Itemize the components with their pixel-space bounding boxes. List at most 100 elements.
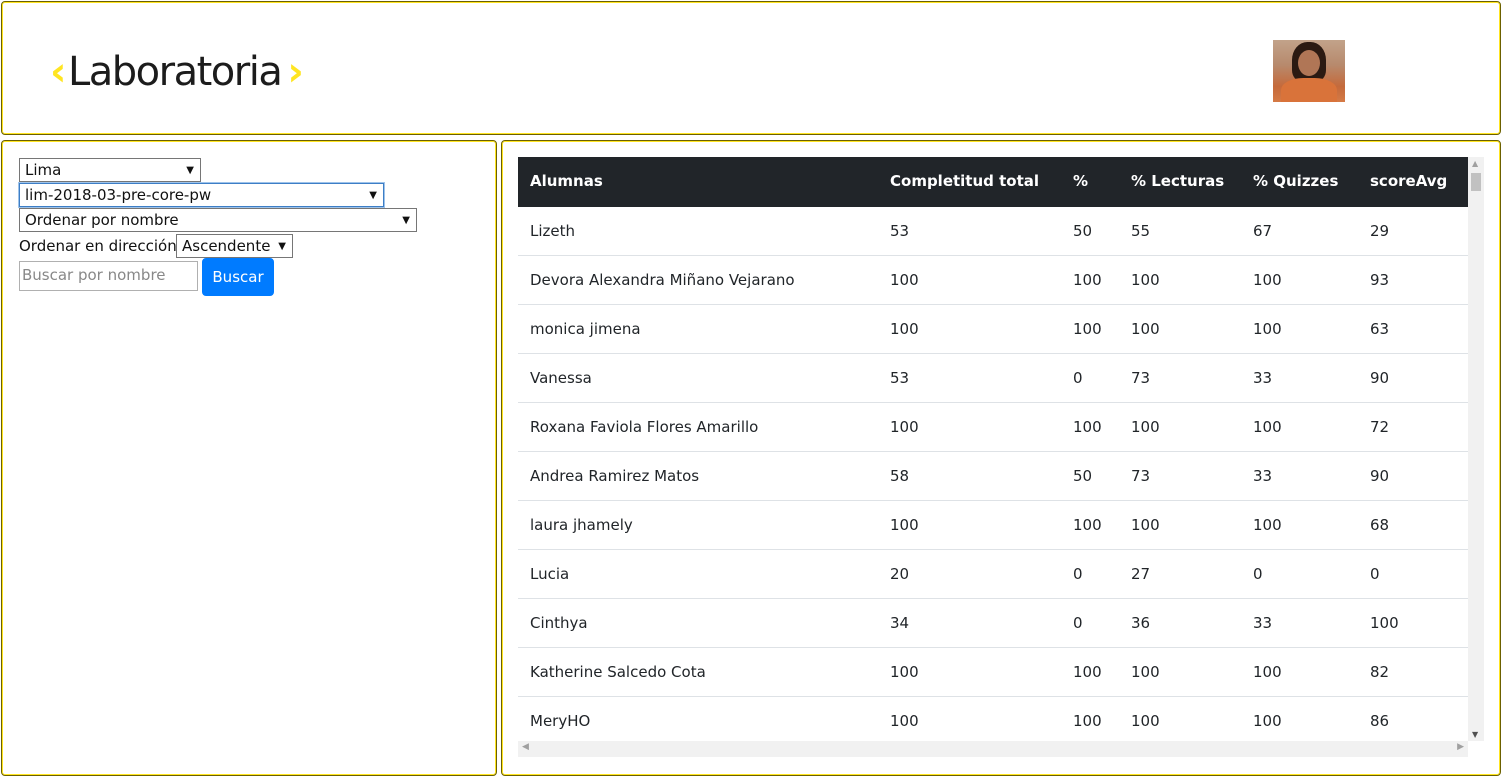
table-row: Devora Alexandra Miñano Vejarano 100 100 10… [518, 256, 1468, 305]
cell-completitud: 100 [890, 712, 919, 730]
cell-completitud: 100 [890, 516, 919, 534]
scroll-left-icon[interactable]: ◀ [522, 742, 529, 752]
header-lecturas[interactable]: % Lecturas [1131, 157, 1224, 206]
horizontal-scrollbar[interactable]: ◀ ▶ [518, 741, 1468, 757]
cell-score: 29 [1370, 222, 1390, 240]
cell-quizzes: 67 [1253, 222, 1273, 240]
cell-quizzes: 33 [1253, 614, 1273, 632]
cell-lecturas: 55 [1131, 222, 1151, 240]
cell-percent: 50 [1073, 467, 1093, 485]
dropdown-arrow-icon: ▼ [369, 190, 377, 201]
cell-percent: 0 [1073, 369, 1083, 387]
cell-name: Andrea Ramirez Matos [530, 467, 700, 485]
header-percent[interactable]: % [1073, 157, 1088, 206]
vertical-scrollbar[interactable]: ▲ ▼ [1468, 157, 1484, 741]
dropdown-arrow-icon: ▼ [278, 241, 286, 252]
search-input[interactable]: Buscar por nombre [19, 261, 198, 291]
scroll-up-icon[interactable]: ▲ [1472, 159, 1478, 168]
table-row: Vanessa 53 0 73 33 90 [518, 354, 1468, 403]
laboratoria-logo[interactable]: ‹ Laboratoria › [50, 46, 304, 98]
cell-quizzes: 100 [1253, 271, 1282, 289]
cell-lecturas: 100 [1131, 712, 1160, 730]
user-avatar[interactable] [1273, 40, 1345, 102]
cell-score: 72 [1370, 418, 1390, 436]
header-alumnas[interactable]: Alumnas [530, 157, 603, 206]
cell-name: monica jimena [530, 320, 641, 338]
cell-quizzes: 100 [1253, 516, 1282, 534]
cell-percent: 100 [1073, 663, 1102, 681]
cohort-select-value: lim-2018-03-pre-core-pw [25, 186, 212, 204]
cell-completitud: 20 [890, 565, 910, 583]
logo-left-chevron-icon: ‹ [50, 49, 66, 95]
cell-completitud: 100 [890, 320, 919, 338]
cell-quizzes: 100 [1253, 320, 1282, 338]
table-row: laura jhamely 100 100 100 100 68 [518, 501, 1468, 550]
students-table: Alumnas Completitud total % % Lecturas %… [518, 157, 1484, 757]
cell-name: Lizeth [530, 222, 576, 240]
cell-score: 86 [1370, 712, 1390, 730]
cell-name: Katherine Salcedo Cota [530, 663, 706, 681]
search-button[interactable]: Buscar [202, 258, 274, 296]
app-header: ‹ Laboratoria › [1, 1, 1501, 135]
cell-lecturas: 73 [1131, 369, 1151, 387]
cell-score: 63 [1370, 320, 1390, 338]
table-row: monica jimena 100 100 100 100 63 [518, 305, 1468, 354]
cell-name: Devora Alexandra Miñano Vejarano [530, 271, 795, 289]
table-body: Lizeth 53 50 55 67 29 Devora Alexandra Miñano… [518, 207, 1468, 746]
header-completitud-total[interactable]: Completitud total [890, 157, 1039, 206]
table-row: Andrea Ramirez Matos 58 50 73 33 90 [518, 452, 1468, 501]
cell-completitud: 53 [890, 369, 910, 387]
cell-lecturas: 27 [1131, 565, 1151, 583]
cell-completitud: 100 [890, 418, 919, 436]
cell-lecturas: 100 [1131, 418, 1160, 436]
cell-completitud: 100 [890, 663, 919, 681]
cell-lecturas: 73 [1131, 467, 1151, 485]
table-row: Lucia 20 0 27 0 0 [518, 550, 1468, 599]
cell-percent: 100 [1073, 271, 1102, 289]
cell-completitud: 58 [890, 467, 910, 485]
cell-percent: 100 [1073, 418, 1102, 436]
cell-name: Vanessa [530, 369, 592, 387]
cell-completitud: 34 [890, 614, 910, 632]
cell-quizzes: 100 [1253, 418, 1282, 436]
direction-label: Ordenar en dirección: [19, 237, 182, 255]
dropdown-arrow-icon: ▼ [186, 165, 194, 176]
logo-text: Laboratoria [67, 49, 283, 95]
cell-name: Cinthya [530, 614, 588, 632]
scroll-right-icon[interactable]: ▶ [1457, 742, 1464, 752]
scroll-thumb[interactable] [1471, 173, 1481, 191]
cell-lecturas: 100 [1131, 516, 1160, 534]
order-by-select[interactable]: Ordenar por nombre ▼ [19, 208, 417, 232]
scroll-down-icon[interactable]: ▼ [1472, 730, 1478, 739]
table-row: Katherine Salcedo Cota 100 100 100 100 82 [518, 648, 1468, 697]
table-row: Lizeth 53 50 55 67 29 [518, 207, 1468, 256]
cell-name: Lucia [530, 565, 570, 583]
cell-score: 100 [1370, 614, 1399, 632]
header-quizzes[interactable]: % Quizzes [1253, 157, 1338, 206]
cell-lecturas: 100 [1131, 271, 1160, 289]
cell-lecturas: 36 [1131, 614, 1151, 632]
cell-score: 90 [1370, 369, 1390, 387]
cell-name: Roxana Faviola Flores Amarillo [530, 418, 759, 436]
table-row: Cinthya 34 0 36 33 100 [518, 599, 1468, 648]
cell-lecturas: 100 [1131, 663, 1160, 681]
cohort-select[interactable]: lim-2018-03-pre-core-pw ▼ [19, 183, 384, 207]
cell-percent: 0 [1073, 614, 1083, 632]
cell-score: 82 [1370, 663, 1390, 681]
cell-percent: 100 [1073, 320, 1102, 338]
cell-score: 68 [1370, 516, 1390, 534]
cell-name: laura jhamely [530, 516, 633, 534]
cell-quizzes: 100 [1253, 663, 1282, 681]
logo-right-chevron-icon: › [287, 49, 303, 95]
cell-score: 93 [1370, 271, 1390, 289]
table-header: Alumnas Completitud total % % Lecturas %… [518, 157, 1468, 207]
cell-lecturas: 100 [1131, 320, 1160, 338]
cell-quizzes: 33 [1253, 467, 1273, 485]
direction-select-value: Ascendente [182, 237, 271, 255]
header-score-avg[interactable]: scoreAvg [1370, 157, 1447, 206]
cell-score: 90 [1370, 467, 1390, 485]
filters-panel: Lima ▼ lim-2018-03-pre-core-pw ▼ Ordenar… [1, 140, 497, 776]
direction-select[interactable]: Ascendente ▼ [176, 234, 293, 258]
sede-select[interactable]: Lima ▼ [19, 158, 201, 182]
cell-name: MeryHO [530, 712, 591, 730]
